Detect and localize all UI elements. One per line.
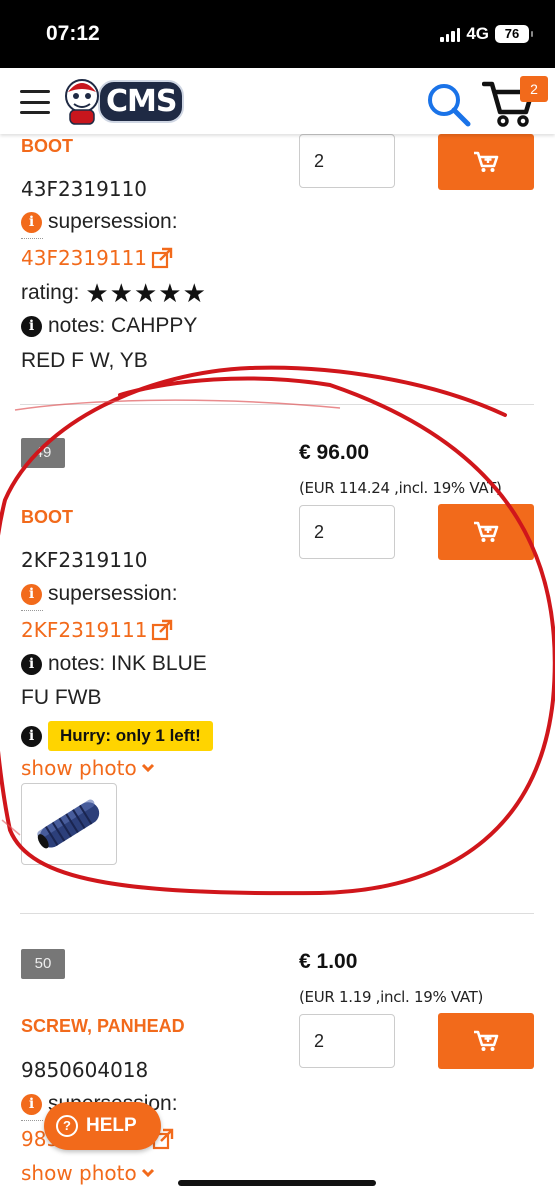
- info-icon[interactable]: i: [21, 315, 42, 337]
- stock-warning-badge: Hurry: only 1 left!: [48, 721, 213, 751]
- status-indicators: 4G 76: [440, 24, 533, 44]
- chevron-down-icon: [141, 763, 154, 773]
- quantity-input[interactable]: 2: [299, 134, 395, 188]
- product-name: BOOT: [21, 136, 73, 156]
- supersession-link[interactable]: 43F2319111: [21, 246, 173, 270]
- supersession-row: i supersession:: [21, 582, 178, 606]
- add-to-cart-button[interactable]: [438, 1013, 534, 1069]
- position-badge: 49: [21, 438, 65, 468]
- cart-plus-icon: [474, 151, 499, 172]
- rating-label: rating:: [21, 281, 80, 304]
- help-label: HELP: [86, 1115, 137, 1136]
- stock-row: i Hurry: only 1 left!: [21, 721, 213, 751]
- menu-icon[interactable]: [20, 90, 50, 114]
- signal-icon: [440, 26, 461, 42]
- notes-text: notes: INK BLUE: [48, 652, 207, 675]
- product-thumbnail[interactable]: [21, 783, 117, 865]
- divider: [20, 404, 534, 405]
- chevron-down-icon: [141, 1168, 154, 1178]
- add-to-cart-button[interactable]: [438, 504, 534, 560]
- add-to-cart-button[interactable]: [438, 134, 534, 190]
- site-header: CMS 2: [0, 68, 555, 134]
- product-list: BOOT 2 43F2319110 i supersession: 43F231…: [0, 134, 555, 1200]
- show-photo-text: show photo: [21, 756, 137, 780]
- supersession-row: i supersession:: [21, 210, 178, 234]
- external-link-icon: [151, 247, 173, 269]
- status-time: 07:12: [46, 22, 100, 45]
- notes-text: notes: CAHPPY: [48, 314, 198, 337]
- price-vat: (EUR 114.24 ,incl. 19% VAT): [299, 479, 502, 497]
- show-photo-text: show photo: [21, 1161, 137, 1185]
- quantity-input[interactable]: 2: [299, 1014, 395, 1068]
- divider: [20, 913, 534, 914]
- battery-icon: 76: [495, 25, 533, 43]
- notes-row: i notes: INK BLUE: [21, 652, 207, 676]
- supersession-link[interactable]: 2KF2319111: [21, 618, 173, 642]
- logo-text: CMS: [98, 79, 185, 123]
- help-button[interactable]: ? HELP: [44, 1102, 161, 1150]
- notes-row: i notes: CAHPPY: [21, 314, 197, 338]
- cart-count-badge: 2: [520, 76, 548, 102]
- question-icon: ?: [56, 1115, 78, 1137]
- search-icon[interactable]: [424, 80, 472, 128]
- home-indicator[interactable]: [178, 1180, 376, 1186]
- mascot-logo-icon: [65, 79, 99, 125]
- site-logo[interactable]: CMS: [60, 76, 185, 126]
- supersession-link-text: 43F2319111: [21, 246, 148, 270]
- notes-text-cont: FU FWB: [21, 686, 102, 709]
- show-photo-link[interactable]: show photo: [21, 1161, 155, 1185]
- supersession-label: supersession:: [48, 210, 178, 233]
- status-bar: 07:12 4G 76: [0, 0, 555, 68]
- quantity-input[interactable]: 2: [299, 505, 395, 559]
- cart-plus-icon: [474, 1030, 499, 1051]
- part-number: 9850604018: [21, 1058, 149, 1082]
- external-link-icon: [152, 619, 173, 641]
- product-name: SCREW, PANHEAD: [21, 1016, 185, 1036]
- part-number: 43F2319110: [21, 177, 148, 201]
- position-badge: 50: [21, 949, 65, 979]
- info-icon[interactable]: i: [21, 653, 42, 675]
- notes-text-cont: RED F W, YB: [21, 349, 148, 372]
- info-icon[interactable]: i: [21, 725, 42, 747]
- price-vat: (EUR 1.19 ,incl. 19% VAT): [299, 988, 484, 1006]
- price: € 1.00: [299, 950, 358, 973]
- price: € 96.00: [299, 441, 370, 464]
- supersession-link-text: 2KF2319111: [21, 618, 148, 642]
- part-number: 2KF2319110: [21, 548, 148, 572]
- info-icon[interactable]: i: [21, 583, 42, 605]
- rubber-boot-image: [37, 799, 100, 849]
- show-photo-link[interactable]: show photo: [21, 756, 155, 780]
- info-icon[interactable]: i: [21, 211, 42, 233]
- info-icon[interactable]: i: [21, 1093, 42, 1115]
- product-name: BOOT: [21, 507, 73, 527]
- rating-row: rating: ★★★★★: [21, 280, 207, 306]
- supersession-label: supersession:: [48, 582, 178, 605]
- cart-plus-icon: [474, 521, 499, 542]
- star-rating-icon: ★★★★★: [85, 278, 207, 308]
- network-type: 4G: [466, 24, 489, 43]
